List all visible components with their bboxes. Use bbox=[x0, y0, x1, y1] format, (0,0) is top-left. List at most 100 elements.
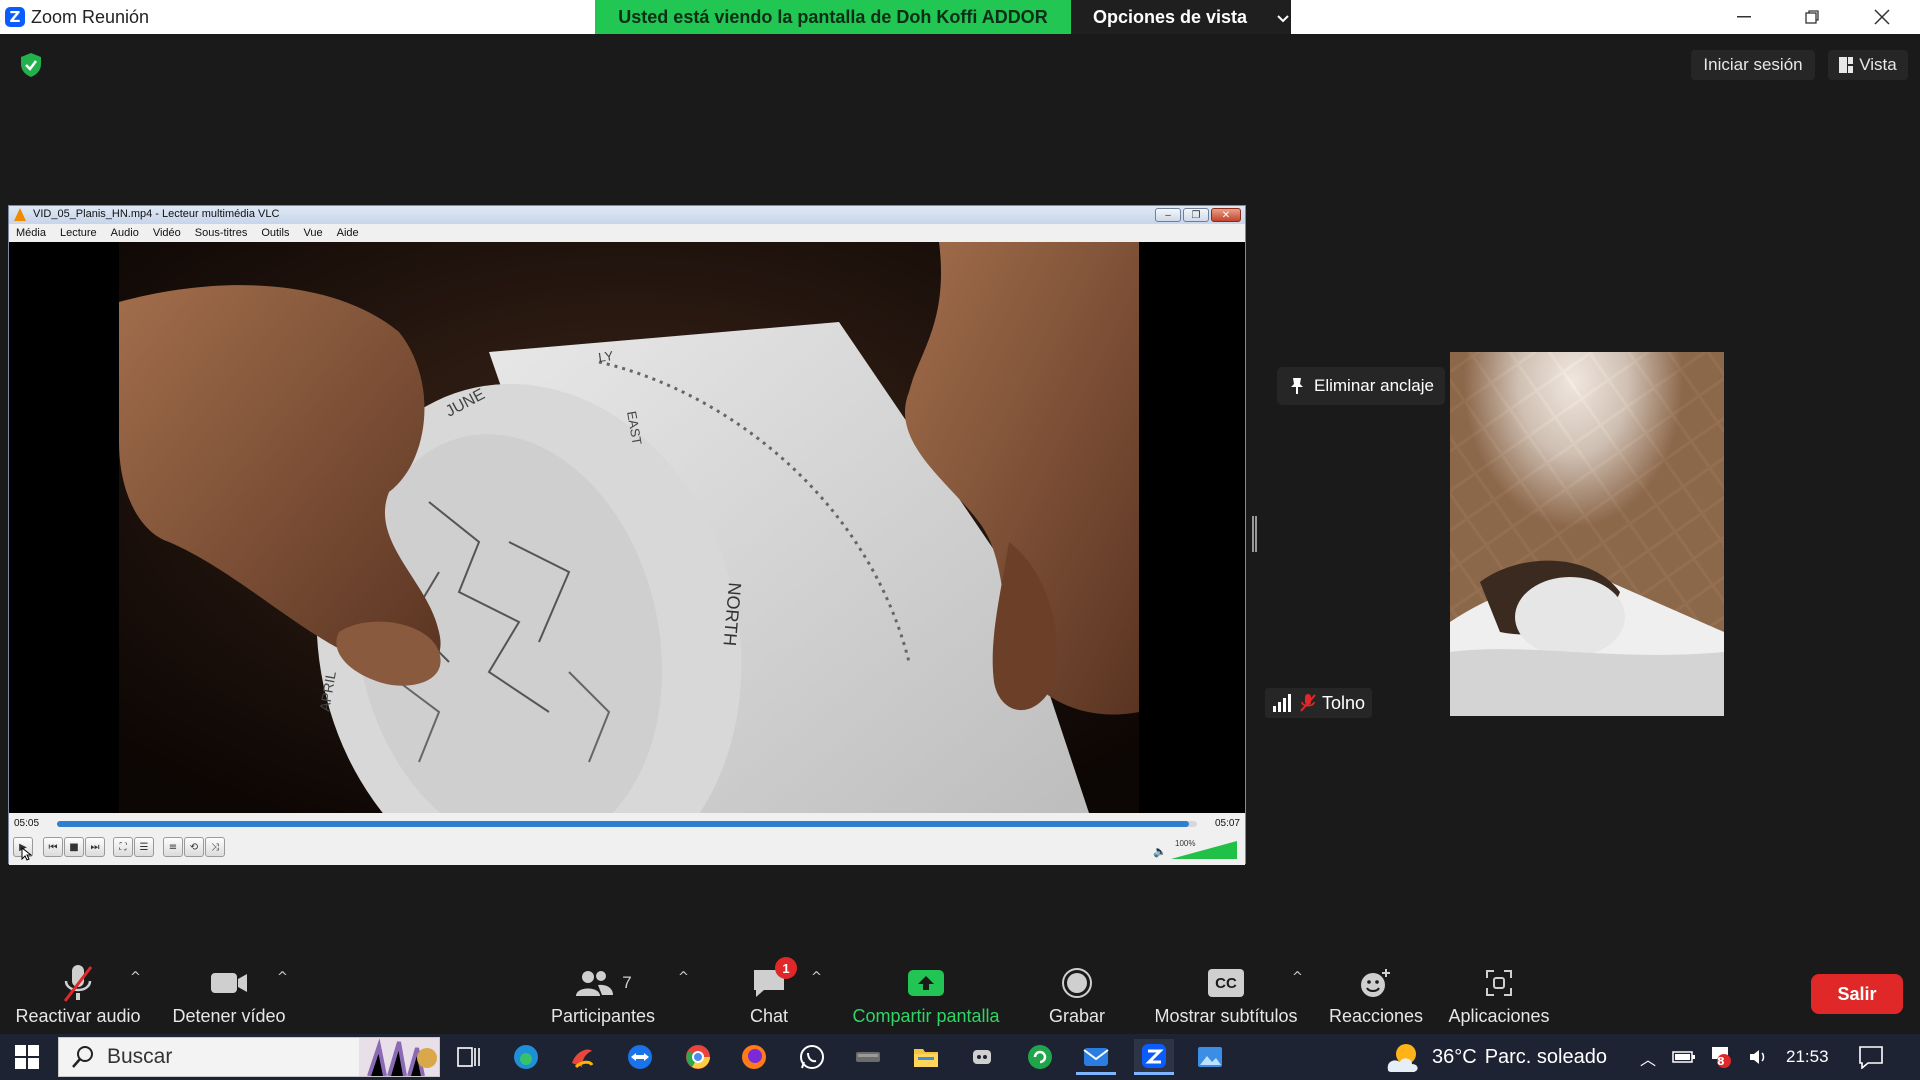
captions-options-caret[interactable]: ^ bbox=[1292, 970, 1303, 985]
window-title: Zoom Reunión bbox=[31, 7, 150, 27]
view-options-label: Opciones de vista bbox=[1093, 6, 1248, 27]
vlc-menu-audio[interactable]: Audio bbox=[111, 227, 139, 239]
screen-share-banner: Usted está viendo la pantalla de Doh Kof… bbox=[595, 0, 1291, 34]
shuffle-icon: ⤨ bbox=[211, 841, 219, 853]
taskbar-edge-button[interactable] bbox=[506, 1039, 546, 1075]
emoji-reaction-icon bbox=[1361, 969, 1390, 997]
seek-bar[interactable] bbox=[57, 821, 1197, 827]
signal-strength-icon bbox=[1273, 694, 1291, 712]
reactions-button[interactable]: Reacciones bbox=[1328, 950, 1424, 1034]
taskbar-app-button[interactable] bbox=[562, 1039, 602, 1075]
video-camera-icon bbox=[211, 973, 247, 993]
share-screen-button[interactable]: Compartir pantalla bbox=[846, 950, 1006, 1034]
vlc-menu-playback[interactable]: Lecture bbox=[60, 227, 97, 239]
chat-label: Chat bbox=[749, 1006, 789, 1026]
vlc-close-button[interactable]: ✕ bbox=[1211, 208, 1241, 222]
firefox-browser-icon bbox=[742, 1045, 766, 1069]
unmute-audio-label: Reactivar audio bbox=[15, 1006, 141, 1026]
taskbar-zoom-button[interactable] bbox=[1134, 1039, 1174, 1075]
minimize-icon bbox=[1737, 16, 1751, 18]
video-options-caret[interactable]: ^ bbox=[277, 970, 288, 985]
windows-taskbar: Buscar 36°C Parc. soleado ︿ 8 21:53 bbox=[0, 1034, 1920, 1080]
chat-options-caret[interactable]: ^ bbox=[811, 970, 822, 985]
taskbar-file-explorer-button[interactable] bbox=[906, 1039, 946, 1075]
view-options-button[interactable]: Opciones de vista bbox=[1071, 0, 1291, 34]
loop-button[interactable]: ⟲ bbox=[184, 837, 204, 857]
vlc-restore-button[interactable]: ❐ bbox=[1183, 208, 1209, 222]
zoom-app-icon bbox=[1142, 1043, 1166, 1068]
vlc-menu-tools[interactable]: Outils bbox=[261, 227, 289, 239]
vlc-menu-media[interactable]: Média bbox=[16, 227, 46, 239]
vlc-menu-video[interactable]: Vidéo bbox=[153, 227, 181, 239]
participant-camera-image bbox=[1450, 352, 1724, 716]
vlc-menu-help[interactable]: Aide bbox=[337, 227, 359, 239]
stop-video-button[interactable]: Detener vídeo bbox=[166, 950, 292, 1034]
taskbar-firefox-button[interactable] bbox=[734, 1039, 774, 1075]
folder-icon bbox=[914, 1049, 938, 1067]
record-button[interactable]: Grabar bbox=[1040, 950, 1114, 1034]
sign-in-button[interactable]: Iniciar sesión bbox=[1691, 50, 1815, 80]
vlc-menu-subtitles[interactable]: Sous-titres bbox=[195, 227, 248, 239]
notification-center-icon[interactable] bbox=[1858, 1045, 1884, 1069]
stop-icon: ■ bbox=[69, 841, 79, 853]
apps-button[interactable]: Aplicaciones bbox=[1446, 950, 1552, 1034]
next-button[interactable]: ⏭ bbox=[85, 837, 105, 857]
participants-icon bbox=[576, 971, 614, 996]
unmute-audio-button[interactable]: Reactivar audio bbox=[10, 950, 146, 1034]
microphone-muted-icon bbox=[63, 965, 93, 1002]
participants-options-caret[interactable]: ^ bbox=[678, 970, 689, 985]
tray-badge-count: 8 bbox=[1717, 1055, 1725, 1068]
close-button[interactable] bbox=[1848, 0, 1916, 34]
shuffle-button[interactable]: ⤨ bbox=[205, 837, 225, 857]
leave-meeting-button[interactable]: Salir bbox=[1811, 974, 1903, 1014]
chat-unread-badge: 1 bbox=[775, 957, 797, 979]
playlist-icon: ≡ bbox=[168, 841, 178, 853]
taskbar-app-button-3[interactable] bbox=[962, 1039, 1002, 1075]
taskbar-chrome-button[interactable] bbox=[678, 1039, 718, 1075]
view-label: Vista bbox=[1859, 55, 1897, 74]
loop-icon: ⟲ bbox=[189, 841, 199, 853]
fullscreen-button[interactable]: ⛶ bbox=[113, 837, 133, 857]
previous-button[interactable]: ⏮ bbox=[43, 837, 63, 857]
volume-tray-icon[interactable] bbox=[1748, 1047, 1768, 1067]
total-time: 05:07 bbox=[1214, 818, 1240, 829]
chart-label-ly: LY bbox=[597, 348, 614, 365]
taskbar-app-button-4[interactable] bbox=[1020, 1039, 1060, 1075]
participants-button[interactable]: 7 Participantes bbox=[548, 950, 658, 1034]
battery-icon[interactable] bbox=[1672, 1049, 1696, 1065]
stop-button[interactable]: ■ bbox=[64, 837, 84, 857]
extended-settings-button[interactable]: ☰ bbox=[134, 837, 154, 857]
unpin-label: Eliminar anclaje bbox=[1314, 376, 1434, 395]
task-view-button[interactable] bbox=[448, 1039, 488, 1075]
record-icon bbox=[1062, 968, 1092, 998]
taskbar-teamviewer-button[interactable] bbox=[620, 1039, 660, 1075]
taskbar-whatsapp-button[interactable] bbox=[792, 1039, 832, 1075]
show-captions-button[interactable]: CC Mostrar subtítulos bbox=[1146, 950, 1306, 1034]
search-icon bbox=[72, 1046, 93, 1068]
vlc-menu-view[interactable]: Vue bbox=[303, 227, 322, 239]
start-button[interactable] bbox=[0, 1034, 54, 1080]
speaker-icon[interactable]: 🔈 bbox=[1153, 845, 1167, 858]
vlc-minimize-button[interactable]: – bbox=[1155, 208, 1181, 222]
audio-options-caret[interactable]: ^ bbox=[130, 970, 141, 985]
participant-video-tile[interactable] bbox=[1450, 352, 1724, 716]
panel-splitter-handle[interactable] bbox=[1252, 516, 1257, 552]
vlc-menu-bar: Média Lecture Audio Vidéo Sous-titres Ou… bbox=[9, 224, 1245, 242]
unpin-button[interactable]: Eliminar anclaje bbox=[1277, 367, 1445, 405]
taskbar-search-box[interactable]: Buscar bbox=[58, 1037, 440, 1077]
taskbar-clock[interactable]: 21:53 bbox=[1786, 1034, 1829, 1080]
view-layout-button[interactable]: Vista bbox=[1828, 50, 1908, 80]
shield-check-icon[interactable] bbox=[20, 52, 42, 78]
playlist-button[interactable]: ≡ bbox=[163, 837, 183, 857]
chevron-up-icon[interactable]: ︿ bbox=[1640, 1046, 1656, 1070]
vlc-title-bar: VID_05_Planis_HN.mp4 - Lecteur multimédi… bbox=[9, 206, 1245, 224]
taskbar-app-button-2[interactable] bbox=[848, 1039, 888, 1075]
planisphere-video-image: JUNE LY APRIL EAST NORTH bbox=[9, 242, 1245, 813]
minimize-button[interactable] bbox=[1710, 0, 1778, 34]
share-screen-label: Compartir pantalla bbox=[852, 1006, 1000, 1026]
taskbar-photos-button[interactable] bbox=[1190, 1039, 1230, 1075]
restore-button[interactable] bbox=[1778, 0, 1846, 34]
taskbar-outlook-button[interactable] bbox=[1076, 1039, 1116, 1075]
search-highlight-image bbox=[359, 1038, 439, 1076]
weather-widget[interactable]: 36°C Parc. soleado bbox=[1384, 1034, 1607, 1080]
